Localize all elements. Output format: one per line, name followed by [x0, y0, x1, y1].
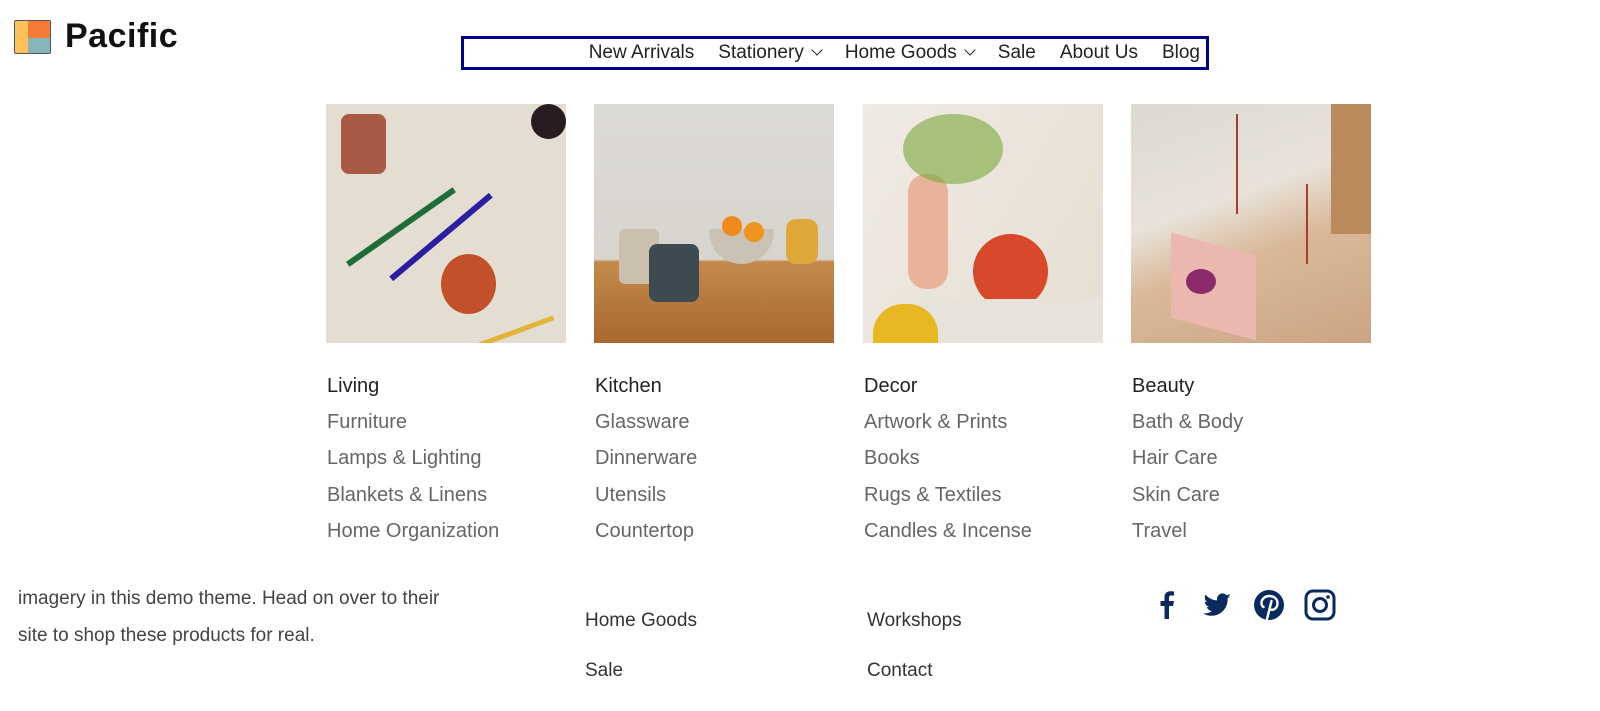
menu-link[interactable]: Furniture: [326, 411, 566, 447]
footer-about-text: imagery in this demo theme. Head on over…: [18, 580, 439, 654]
menu-link[interactable]: Candles & Incense: [863, 520, 1103, 556]
menu-link[interactable]: Travel: [1131, 520, 1371, 556]
pinterest-icon[interactable]: [1252, 588, 1286, 622]
decor-image[interactable]: [863, 104, 1103, 343]
nav-about-us[interactable]: About Us: [1060, 42, 1138, 64]
footer-link-contact[interactable]: Contact: [867, 660, 932, 682]
menu-link[interactable]: Books: [863, 447, 1103, 483]
menu-heading-living[interactable]: Living: [326, 375, 566, 411]
menu-link[interactable]: Dinnerware: [594, 447, 834, 483]
kitchen-image[interactable]: [594, 104, 834, 343]
menu-link[interactable]: Home Organization: [326, 520, 566, 556]
menu-column-beauty: Beauty Bath & Body Hair Care Skin Care T…: [1131, 104, 1371, 556]
instagram-icon[interactable]: [1303, 588, 1337, 622]
menu-column-living: Living Furniture Lamps & Lighting Blanke…: [326, 104, 566, 556]
footer-link-home-goods[interactable]: Home Goods: [585, 610, 697, 632]
menu-column-decor: Decor Artwork & Prints Books Rugs & Text…: [863, 104, 1103, 556]
chevron-down-icon: [964, 44, 976, 56]
footer-text-line: imagery in this demo theme. Head on over…: [18, 588, 440, 609]
nav-blog[interactable]: Blog: [1162, 42, 1200, 64]
brand-name: Pacific: [65, 17, 179, 55]
menu-link[interactable]: Glassware: [594, 411, 834, 447]
nav-sale[interactable]: Sale: [998, 42, 1036, 64]
footer-link-workshops[interactable]: Workshops: [867, 610, 962, 632]
menu-link[interactable]: Rugs & Textiles: [863, 484, 1103, 520]
main-nav: New Arrivals Stationery Home Goods Sale …: [461, 36, 1209, 70]
nav-new-arrivals[interactable]: New Arrivals: [589, 42, 695, 64]
menu-column-kitchen: Kitchen Glassware Dinnerware Utensils Co…: [594, 104, 834, 556]
footer-link-sale[interactable]: Sale: [585, 660, 623, 682]
menu-link[interactable]: Blankets & Linens: [326, 484, 566, 520]
menu-link[interactable]: Bath & Body: [1131, 411, 1371, 447]
menu-link[interactable]: Artwork & Prints: [863, 411, 1103, 447]
twitter-icon[interactable]: [1200, 588, 1234, 622]
facebook-icon[interactable]: [1150, 588, 1184, 622]
menu-link[interactable]: Hair Care: [1131, 447, 1371, 483]
menu-heading-beauty[interactable]: Beauty: [1131, 375, 1371, 411]
menu-heading-kitchen[interactable]: Kitchen: [594, 375, 834, 411]
living-image[interactable]: [326, 104, 566, 343]
beauty-image[interactable]: [1131, 104, 1371, 343]
nav-home-goods[interactable]: Home Goods: [845, 42, 976, 64]
menu-link[interactable]: Lamps & Lighting: [326, 447, 566, 483]
menu-heading-decor[interactable]: Decor: [863, 375, 1103, 411]
menu-link[interactable]: Skin Care: [1131, 484, 1371, 520]
menu-link[interactable]: Utensils: [594, 484, 834, 520]
chevron-down-icon: [811, 44, 823, 56]
footer-text-line: site to shop these products for real.: [18, 625, 315, 646]
logo[interactable]: Pacific: [14, 17, 178, 56]
menu-link[interactable]: Countertop: [594, 520, 834, 556]
logo-mark-icon: [14, 19, 51, 54]
nav-stationery[interactable]: Stationery: [718, 42, 823, 64]
